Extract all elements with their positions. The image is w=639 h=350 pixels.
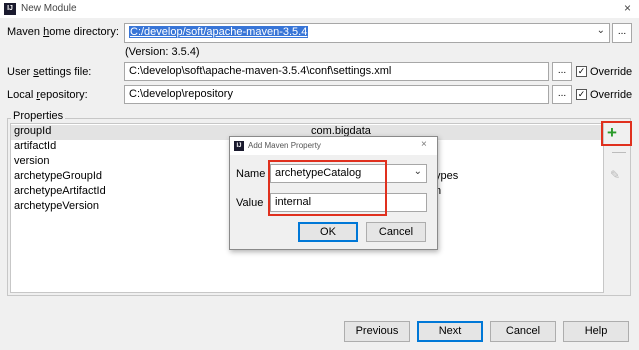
- edit-property-icon[interactable]: ✎: [610, 168, 620, 182]
- property-key: artifactId: [14, 140, 57, 152]
- user-settings-label: User settings file:: [7, 66, 91, 78]
- app-icon: IJ: [234, 141, 244, 151]
- label-part: epository:: [40, 89, 88, 101]
- user-settings-override-label: Override: [590, 66, 633, 78]
- dialog-title: Add Maven Property: [248, 141, 321, 150]
- window-title: New Module: [21, 3, 77, 14]
- label-part: Maven: [7, 26, 44, 38]
- maven-home-label: Maven home directory:: [7, 26, 119, 38]
- dialog-cancel-button[interactable]: Cancel: [366, 222, 426, 242]
- label-part: ettings file:: [38, 66, 92, 78]
- dialog-titlebar: IJ Add Maven Property ×: [230, 137, 437, 155]
- local-repo-label: Local repository:: [7, 89, 88, 101]
- properties-title: Properties: [11, 110, 66, 122]
- window-titlebar: IJ New Module ×: [0, 0, 639, 18]
- chevron-down-icon[interactable]: ⌄: [597, 25, 605, 36]
- dialog-ok-button[interactable]: OK: [298, 222, 358, 242]
- remove-property-icon[interactable]: —: [612, 143, 626, 159]
- maven-home-value: C:/develop/soft/apache-maven-3.5.4: [129, 26, 309, 38]
- property-key: archetypeArtifactId: [14, 185, 106, 197]
- user-settings-override-checkbox[interactable]: ✓: [576, 66, 587, 77]
- cancel-button[interactable]: Cancel: [490, 321, 556, 342]
- property-key: archetypeVersion: [14, 200, 99, 212]
- property-value: ypes: [435, 170, 459, 182]
- value-label: Value: [236, 197, 264, 209]
- next-button[interactable]: Next: [417, 321, 483, 342]
- app-icon: IJ: [4, 3, 16, 15]
- local-repo-field[interactable]: C:\develop\repository: [124, 85, 549, 104]
- user-settings-field[interactable]: C:\develop\soft\apache-maven-3.5.4\conf\…: [124, 62, 549, 81]
- close-icon[interactable]: ×: [421, 139, 427, 150]
- maven-home-combobox[interactable]: C:/develop/soft/apache-maven-3.5.4 ⌄: [124, 23, 610, 43]
- label-part: User: [7, 66, 34, 78]
- local-repo-override-label: Override: [590, 89, 633, 101]
- property-key: groupId: [14, 125, 52, 137]
- maven-version-text: (Version: 3.5.4): [125, 46, 200, 58]
- previous-button[interactable]: Previous: [344, 321, 410, 342]
- help-button[interactable]: Help: [563, 321, 629, 342]
- maven-home-browse-button[interactable]: ...: [612, 23, 632, 43]
- name-label: Name: [236, 168, 266, 180]
- property-key: archetypeGroupId: [14, 170, 103, 182]
- local-repo-browse-button[interactable]: ...: [552, 85, 572, 104]
- local-repo-override-checkbox[interactable]: ✓: [576, 89, 587, 100]
- user-settings-browse-button[interactable]: ...: [552, 62, 572, 81]
- label-part: ome directory:: [49, 26, 119, 38]
- highlight-input-box: [268, 160, 387, 216]
- property-key: version: [14, 155, 50, 167]
- chevron-down-icon[interactable]: ⌄: [414, 166, 422, 177]
- close-icon[interactable]: ×: [624, 1, 631, 15]
- label-part: Local: [7, 89, 37, 101]
